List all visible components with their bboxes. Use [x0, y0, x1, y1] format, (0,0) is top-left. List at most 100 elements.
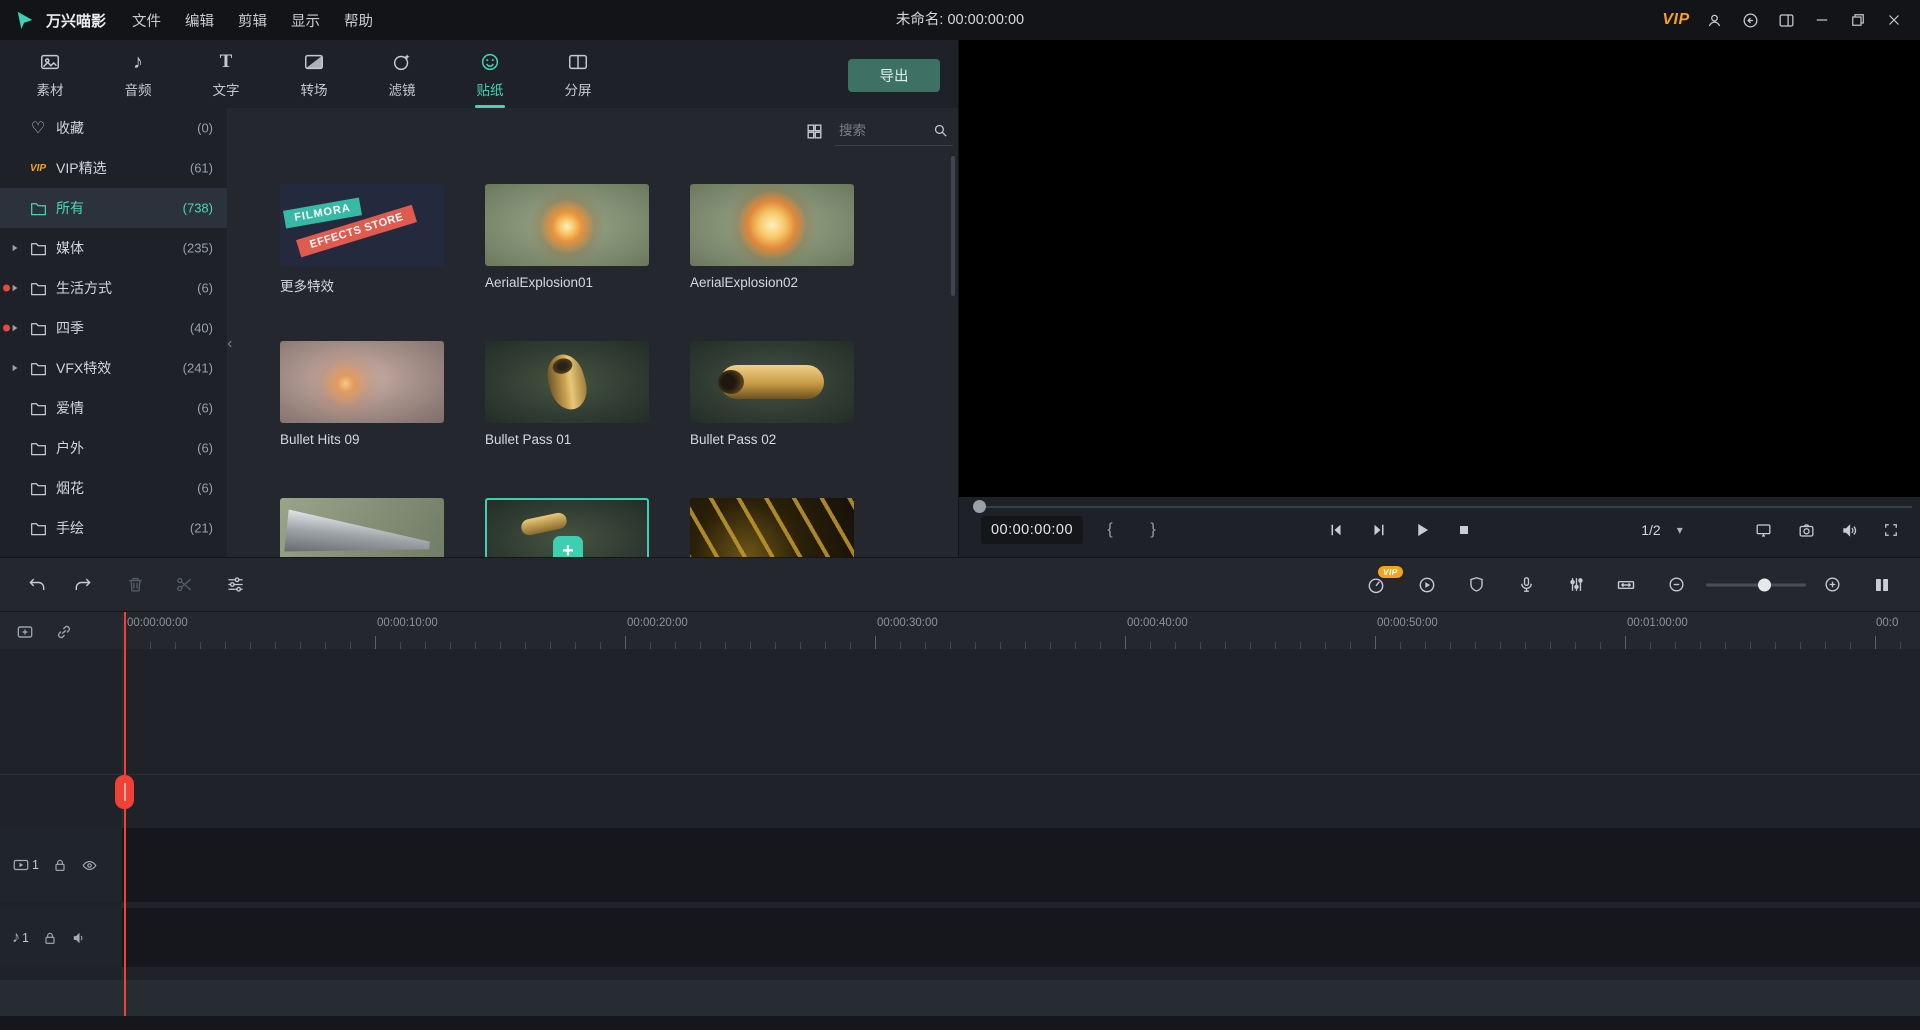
track-manager-button[interactable] [1869, 572, 1895, 598]
sidebar-item-outdoor[interactable]: 户外 (6) [0, 428, 227, 468]
tab-transition[interactable]: 转场 [270, 40, 358, 108]
minimize-button[interactable] [1804, 0, 1840, 40]
collapse-panel-handle[interactable] [227, 320, 237, 368]
titlebar: 万兴喵影 文件 编辑 剪辑 显示 帮助 未命名: 00:00:00:00 VIP [0, 0, 1920, 40]
search-input[interactable] [839, 123, 926, 138]
audio-track-lane[interactable] [122, 908, 1920, 967]
grid-item-effects-store[interactable]: FILMORA EFFECTS STORE 更多特效 [280, 184, 444, 295]
preview-quality-select[interactable]: 1/2 ▾ [1619, 516, 1705, 544]
menu-view[interactable]: 显示 [291, 10, 320, 31]
video-track-lane[interactable] [122, 828, 1920, 902]
sidebar-item-love[interactable]: 爱情 (6) [0, 388, 227, 428]
menu-edit[interactable]: 编辑 [185, 10, 214, 31]
timeline-zoom-slider[interactable] [1706, 583, 1806, 586]
speaker-icon[interactable] [71, 930, 87, 946]
sidebar-item-fireworks[interactable]: 烟花 (6) [0, 468, 227, 508]
ruler-label: 00:00:40:00 [1127, 617, 1188, 629]
tab-sticker[interactable]: 贴纸 [446, 40, 534, 108]
mark-out-button[interactable]: } [1140, 516, 1166, 544]
folder-icon [28, 318, 48, 338]
expand-arrow-icon[interactable] [11, 324, 19, 332]
filmora-window: 万兴喵影 文件 编辑 剪辑 显示 帮助 未命名: 00:00:00:00 VIP [0, 0, 1920, 1030]
auto-ripple-button[interactable] [1613, 572, 1639, 598]
delete-button[interactable] [122, 572, 148, 598]
video-preview[interactable] [959, 40, 1920, 497]
redo-button[interactable] [70, 572, 96, 598]
tab-media[interactable]: 素材 [6, 40, 94, 108]
grid-item-partial-1[interactable] [280, 498, 444, 557]
heart-icon: ♡ [28, 118, 48, 138]
sidebar-item-vip-picks[interactable]: VIP VIP精选 (61) [0, 148, 227, 188]
timeline-horizontal-scrollbar[interactable] [0, 980, 1920, 1016]
volume-button[interactable] [1836, 516, 1862, 544]
tab-audio[interactable]: ♪ 音频 [94, 40, 182, 108]
tab-splitscreen[interactable]: 分屏 [534, 40, 622, 108]
sidebar-item-vfx[interactable]: VFX特效 (241) [0, 348, 227, 388]
tab-filter[interactable]: 滤镜 [358, 40, 446, 108]
audio-mixer-button[interactable] [1563, 572, 1589, 598]
ruler-label: 00:00:30:00 [877, 617, 938, 629]
grid-view-icon[interactable] [799, 116, 829, 146]
snapshot-button[interactable] [1793, 516, 1819, 544]
layout-button[interactable] [1768, 0, 1804, 40]
zoom-out-button[interactable] [1663, 572, 1689, 598]
zoom-slider-handle[interactable] [1758, 578, 1771, 591]
account-button[interactable] [1696, 0, 1732, 40]
grid-item-bullet-pass-01[interactable]: Bullet Pass 01 [485, 341, 649, 447]
sidebar-item-handdrawn[interactable]: 手绘 (21) [0, 508, 227, 548]
search-icon[interactable] [932, 122, 949, 139]
feedback-button[interactable] [1732, 0, 1768, 40]
sidebar-item-media[interactable]: 媒体 (235) [0, 228, 227, 268]
record-voiceover-button[interactable] [1513, 572, 1539, 598]
lock-icon[interactable] [42, 930, 58, 946]
playhead-line[interactable] [124, 612, 126, 1016]
next-frame-button[interactable] [1366, 516, 1392, 544]
render-preview-button[interactable]: VIP [1363, 572, 1389, 598]
vertical-scrollbar[interactable] [951, 156, 955, 296]
sidebar-item-all[interactable]: 所有 (738) [0, 188, 227, 228]
grid-item-bullet-pass-02[interactable]: Bullet Pass 02 [690, 341, 854, 447]
mark-in-button[interactable]: { [1097, 516, 1123, 544]
previous-frame-button[interactable] [1323, 516, 1349, 544]
preview-render-play-button[interactable] [1414, 572, 1440, 598]
timeline-ruler[interactable]: 00:00:00:00 00:00:10:00 00:00:20:00 00:0… [0, 612, 1920, 649]
menu-file[interactable]: 文件 [132, 10, 161, 31]
ruler-label: 00:00:10:00 [377, 617, 438, 629]
split-scissors-button[interactable] [171, 572, 197, 598]
expand-arrow-icon[interactable] [11, 284, 19, 292]
vip-badge[interactable]: VIP [1662, 11, 1689, 29]
display-device-button[interactable] [1750, 516, 1776, 544]
fullscreen-button[interactable] [1878, 516, 1904, 544]
sidebar-item-favorites[interactable]: ♡ 收藏 (0) [0, 108, 227, 148]
undo-button[interactable] [24, 572, 50, 598]
sticker-icon [479, 50, 501, 74]
grid-item-bullet-hits-09[interactable]: Bullet Hits 09 [280, 341, 444, 447]
export-button[interactable]: 导出 [848, 59, 940, 92]
grid-item-aerialexplosion01[interactable]: AerialExplosion01 [485, 184, 649, 290]
menu-clip[interactable]: 剪辑 [238, 10, 267, 31]
properties-button[interactable] [222, 572, 248, 598]
timeline-footer [0, 1016, 1920, 1030]
sidebar-item-seasons[interactable]: 四季 (40) [0, 308, 227, 348]
link-clips-icon[interactable] [53, 621, 75, 643]
eye-icon[interactable] [81, 857, 98, 874]
protect-shield-button[interactable] [1463, 572, 1489, 598]
stop-button[interactable] [1451, 516, 1477, 544]
audio-track-icon: ♪ [12, 928, 20, 948]
sidebar-item-lifestyle[interactable]: 生活方式 (6) [0, 268, 227, 308]
restore-button[interactable] [1840, 0, 1876, 40]
play-button[interactable] [1409, 516, 1435, 544]
add-to-timeline-button[interactable]: + [553, 536, 583, 557]
grid-item-partial-2-selected[interactable]: + [485, 498, 649, 557]
expand-arrow-icon[interactable] [11, 364, 19, 372]
grid-item-aerialexplosion02[interactable]: AerialExplosion02 [690, 184, 854, 290]
close-button[interactable] [1876, 0, 1912, 40]
menu-help[interactable]: 帮助 [344, 10, 373, 31]
playhead-handle[interactable] [115, 775, 134, 809]
tab-text[interactable]: T 文字 [182, 40, 270, 108]
expand-arrow-icon[interactable] [11, 244, 19, 252]
grid-item-partial-3[interactable] [690, 498, 854, 557]
zoom-in-button[interactable] [1819, 572, 1845, 598]
add-media-to-timeline-icon[interactable] [14, 621, 36, 643]
lock-icon[interactable] [52, 857, 68, 873]
